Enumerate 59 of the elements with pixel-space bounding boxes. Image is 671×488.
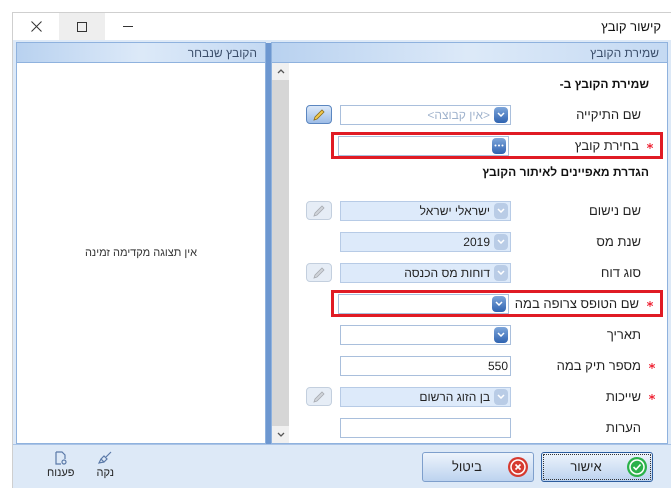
cancel-circle-icon (507, 456, 529, 478)
close-icon (30, 21, 42, 32)
field-label: סוג דוח (600, 264, 641, 282)
chevron-down-icon (495, 301, 503, 306)
field-label: שם נישום (588, 202, 641, 220)
cancel-button[interactable]: ביטול (422, 452, 534, 482)
field-label: תאריך (606, 326, 641, 344)
text-field[interactable]: 550 (340, 356, 511, 376)
field-label: שנת מס (595, 232, 641, 251)
maximize-icon (77, 22, 87, 32)
preview-message: אין תצוגה מקדימה זמינה (84, 246, 198, 261)
dropdown-button[interactable] (492, 296, 506, 312)
scroll-down-icon (276, 432, 284, 437)
brush-icon (98, 451, 112, 466)
document-search-icon (54, 451, 68, 466)
scroll-up-icon (276, 69, 284, 74)
chevron-down-icon (497, 332, 505, 337)
section-heading: הגדרת מאפיינים לאיתור הקובץ (482, 164, 649, 181)
field-label: בחירת קובץ (574, 136, 639, 155)
chevron-down-icon (497, 394, 505, 399)
combo-box[interactable] (340, 324, 511, 344)
section-heading: שמירת הקובץ ב- (560, 76, 649, 93)
maximize-button[interactable] (59, 13, 105, 40)
pencil-icon (312, 390, 326, 404)
pencil-icon (312, 108, 326, 122)
field-value: ישראלי ישראל (418, 202, 490, 220)
chevron-down-icon (497, 270, 505, 275)
panel-header: הקובץ שנבחר (17, 43, 265, 63)
scrollbar[interactable] (272, 63, 289, 443)
panel-header: שמירת הקובץ (272, 43, 667, 63)
ellipsis-icon (494, 144, 504, 147)
dropdown-button[interactable] (494, 326, 508, 342)
placeholder-text: <אין קבוצה> (426, 106, 490, 124)
combo-box[interactable] (338, 294, 509, 314)
browse-button[interactable] (492, 138, 506, 154)
chevron-down-icon (497, 112, 505, 117)
chevron-down-icon (497, 239, 505, 244)
field-value: 2019 (462, 234, 490, 250)
confirm-button[interactable]: אישור (541, 452, 653, 482)
window-title: קישור קובץ (601, 18, 662, 36)
field-value: 550 (486, 358, 508, 374)
edit-button[interactable] (306, 105, 332, 124)
field-label: שם התיקייה (575, 106, 641, 124)
chevron-down-icon (497, 208, 505, 213)
field-label: שם הטופס צרופה במה (514, 294, 639, 313)
field-label: מספר תיק במה (556, 356, 641, 375)
pencil-icon (312, 266, 326, 280)
clear-button[interactable]: נקה (96, 451, 114, 482)
pencil-icon (312, 204, 326, 218)
minimize-icon (123, 26, 133, 27)
field-value: דוחות מס הכנסה (403, 264, 490, 282)
field-label: שייכות (604, 388, 641, 406)
dropdown-button[interactable] (494, 106, 508, 122)
file-picker-field[interactable] (338, 136, 509, 156)
check-circle-icon (626, 456, 648, 478)
field-value: בן הזוג הרשום (418, 388, 490, 406)
field-label: הערות (604, 418, 641, 437)
text-field[interactable] (340, 418, 511, 438)
decode-button[interactable]: פענוח (47, 451, 74, 482)
